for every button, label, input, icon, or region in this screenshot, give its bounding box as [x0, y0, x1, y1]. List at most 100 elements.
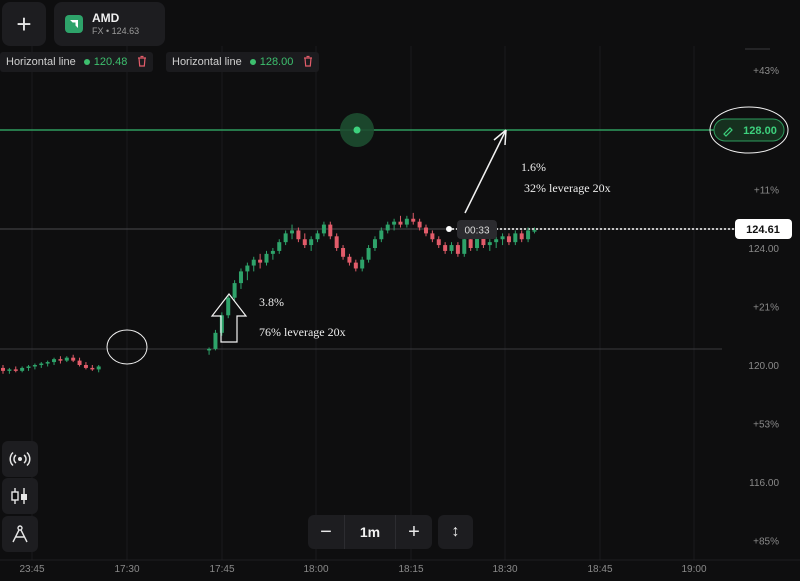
time-tick-label: 18:00 — [303, 564, 328, 575]
annotation-text: 1.6% — [521, 160, 546, 174]
candle-body — [436, 239, 441, 246]
price-tick-label: 120.00 — [748, 361, 779, 372]
trash-icon[interactable] — [303, 55, 313, 70]
candle-body — [315, 233, 320, 240]
timeframe-selector[interactable]: 1m — [344, 515, 396, 549]
candle-body — [366, 248, 371, 260]
candle-body — [20, 367, 25, 371]
price-tick-label: +11% — [754, 186, 779, 197]
candle-body — [277, 242, 282, 251]
candle-body — [83, 365, 88, 368]
autoscale-button[interactable]: ↕ — [438, 515, 473, 549]
candle-body — [372, 239, 377, 248]
horizontal-line-pill-2[interactable]: Horizontal line 128.00 — [166, 52, 320, 72]
candle-body — [404, 218, 409, 225]
candle-body — [379, 230, 384, 240]
time-tick-label: 18:30 — [492, 564, 517, 575]
candle-body — [519, 233, 524, 240]
candle-body — [296, 230, 301, 240]
candle-body — [26, 366, 31, 368]
candle-body — [39, 363, 44, 366]
candle-body — [77, 360, 82, 365]
candle-body — [385, 224, 390, 231]
candle-body — [309, 239, 314, 246]
candle-body — [449, 245, 454, 251]
candle-body — [360, 259, 365, 269]
current-price-tag: 124.61 — [746, 224, 780, 236]
current-price-dot — [446, 226, 452, 232]
candle-body — [462, 239, 467, 254]
signals-button[interactable] — [2, 441, 38, 477]
candle-body — [487, 242, 492, 246]
line-price-tag: 128.00 — [743, 125, 777, 137]
candle-body — [468, 239, 473, 248]
timeframe-control: − 1m + — [308, 515, 432, 549]
candles — [1, 212, 537, 374]
annotation-text: 3.8% — [259, 295, 284, 309]
candle-body — [213, 332, 218, 349]
candle-body — [341, 248, 346, 257]
countdown-timer: 00:33 — [464, 226, 489, 237]
annotation-text: 32% leverage 20x — [524, 181, 611, 195]
candle-body — [270, 250, 275, 254]
candle-body — [532, 230, 537, 232]
price-tick-label: +21% — [753, 303, 779, 314]
horizontal-line-label: Horizontal line — [6, 56, 76, 68]
candle-body — [32, 365, 37, 367]
drawing-tools-button[interactable] — [2, 516, 38, 552]
time-tick-label: 18:15 — [398, 564, 423, 575]
candle-body — [207, 348, 212, 351]
target-arrow-line — [464, 129, 507, 214]
candle-body — [258, 259, 263, 263]
price-chart[interactable]: 1.6% 32% leverage 20x 3.8% 76% leverage 20x… — [0, 0, 800, 581]
candle-body — [245, 265, 250, 272]
candle-body — [321, 224, 326, 234]
candle-body — [251, 259, 256, 266]
time-tick-label: 23:45 — [19, 564, 44, 575]
amd-logo-icon — [65, 15, 83, 33]
candle-body — [392, 221, 397, 225]
compass-icon — [12, 525, 28, 543]
candle-body — [1, 367, 5, 371]
candle-body — [353, 262, 358, 269]
asset-subtitle: FX • 124.63 — [92, 25, 140, 36]
price-tick-label: +53% — [753, 420, 779, 431]
candle-body — [398, 221, 403, 225]
axes: 23:45 17:30 17:45 18:00 18:15 18:30 18:45 19:00… — [0, 48, 800, 575]
candle-body — [71, 357, 76, 361]
candle-body — [283, 233, 288, 243]
asset-selector[interactable]: AMD FX • 124.63 — [54, 2, 165, 46]
candle-body — [328, 224, 333, 237]
line-dot-icon — [83, 59, 90, 65]
candle-body — [417, 221, 422, 228]
asset-name: AMD — [92, 10, 120, 25]
candle-body — [238, 271, 243, 284]
chart-type-button[interactable] — [2, 478, 38, 514]
candle-body — [443, 245, 448, 251]
time-tick-label: 17:45 — [209, 564, 234, 575]
zoom-in-button[interactable]: + — [396, 515, 432, 549]
candle-body — [424, 227, 428, 234]
line-handle — [353, 126, 361, 134]
candle-body — [411, 218, 416, 222]
candle-body — [226, 297, 231, 316]
time-tick-label: 17:30 — [114, 564, 139, 575]
zoom-out-button[interactable]: − — [308, 515, 344, 549]
candle-body — [7, 369, 12, 371]
candle-body — [64, 357, 69, 361]
candle-body — [302, 239, 307, 246]
trash-icon[interactable] — [137, 55, 147, 70]
candle-body — [90, 367, 95, 370]
add-button[interactable]: + — [2, 2, 46, 46]
horizontal-line-value: 120.48 — [93, 56, 128, 68]
horizontal-line-pill-1[interactable]: Horizontal line 120.48 — [0, 52, 154, 72]
annotation-text: 76% leverage 20x — [259, 325, 346, 339]
candle-body — [455, 245, 460, 254]
candle-body — [500, 236, 505, 240]
candle-body — [264, 253, 269, 263]
horizontal-line-label: Horizontal line — [172, 56, 242, 68]
candle-body — [506, 236, 511, 243]
candle-body — [58, 359, 63, 361]
price-tick-label: 124.00 — [748, 244, 779, 255]
candles-icon — [11, 488, 27, 504]
